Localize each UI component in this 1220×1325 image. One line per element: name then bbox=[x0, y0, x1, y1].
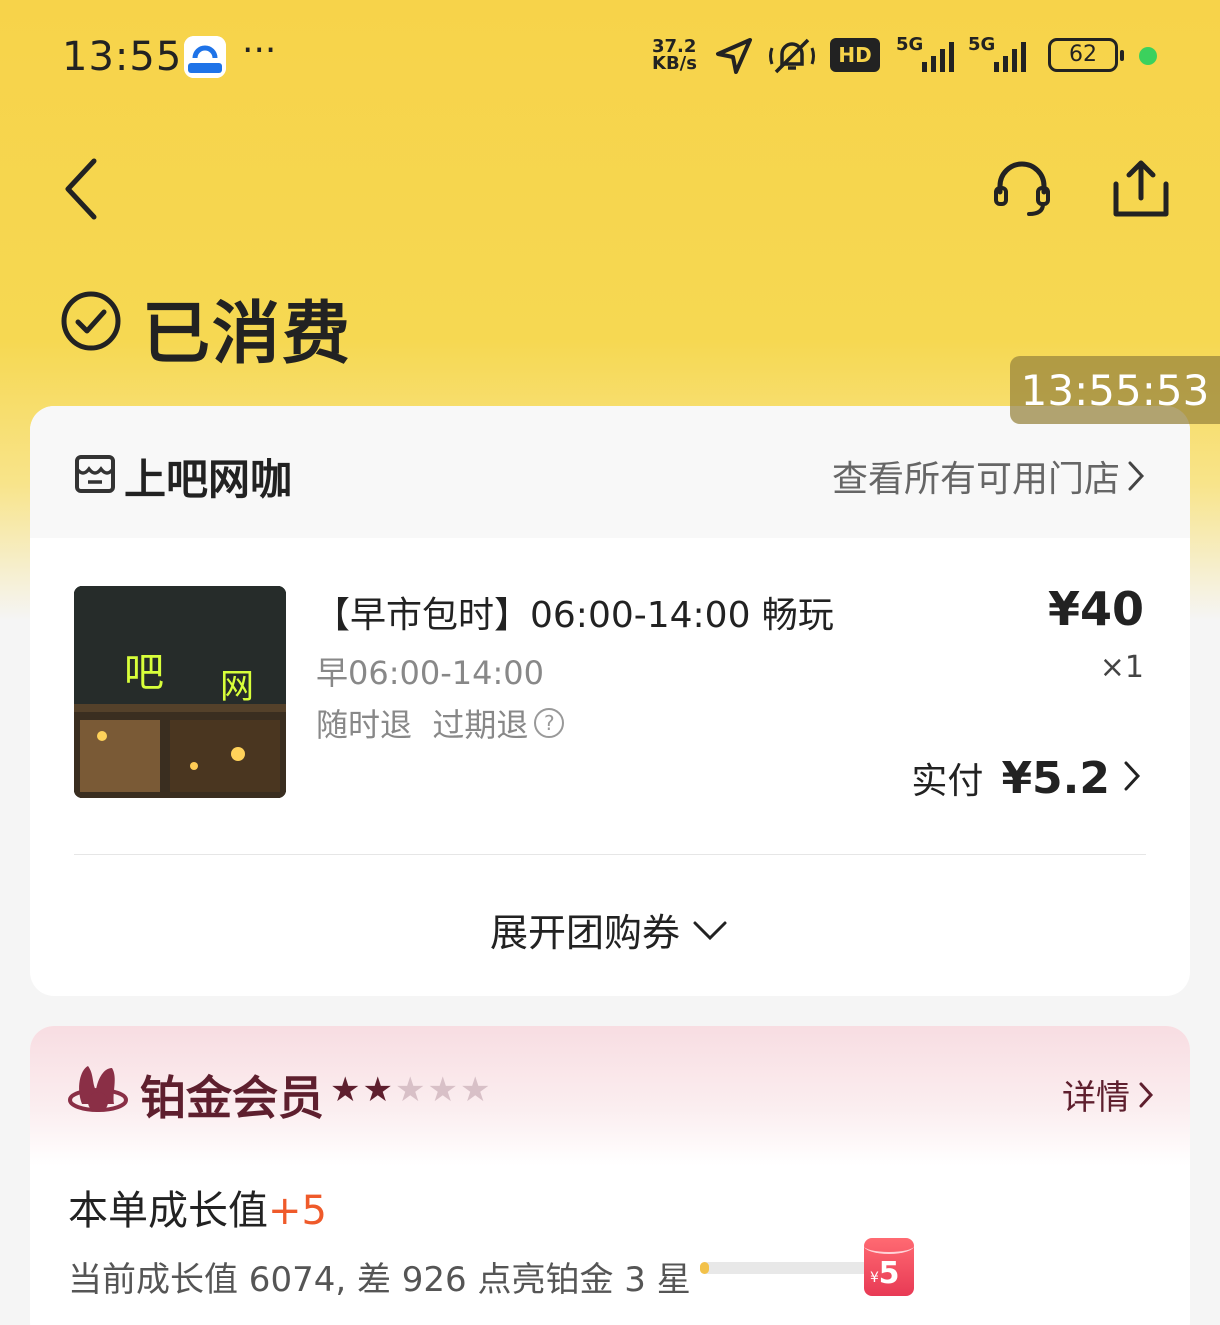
item-price: ¥40 bbox=[1047, 582, 1144, 636]
order-status-title: 已消费 bbox=[142, 295, 353, 374]
order-growth-value: 本单成长值+5 bbox=[68, 1178, 327, 1236]
hd-icon: HD bbox=[830, 38, 880, 72]
growth-progress-text: 当前成长值 6074, 差 926 点亮铂金 3 星 bbox=[68, 1260, 691, 1300]
membership-tier-title: 铂金会员 bbox=[140, 1071, 324, 1125]
growth-progress-bar bbox=[700, 1262, 870, 1274]
star-filled-icon: ★ bbox=[362, 1070, 395, 1110]
order-growth-plus: +5 bbox=[268, 1188, 327, 1234]
order-growth-label: 本单成长值 bbox=[68, 1188, 268, 1234]
red-packet-flap bbox=[864, 1238, 914, 1254]
check-circle-icon bbox=[61, 291, 121, 351]
star-empty-icon: ★ bbox=[459, 1070, 493, 1110]
share-button[interactable] bbox=[1110, 158, 1172, 220]
refund-policy-text: 随时退 过期退 bbox=[316, 706, 529, 744]
refund-policy: 随时退 过期退 ? bbox=[316, 700, 565, 746]
divider bbox=[74, 854, 1146, 855]
amount-paid-value: ¥5.2 bbox=[1001, 753, 1110, 804]
network-speed-unit: KB/s bbox=[652, 53, 697, 74]
member-rabbit-logo-icon bbox=[68, 1066, 128, 1112]
amount-paid-label: 实付 bbox=[911, 761, 984, 802]
shop-name: 上吧网咖 bbox=[124, 455, 293, 504]
mute-bell-icon bbox=[769, 38, 815, 74]
chevron-down-icon bbox=[693, 921, 727, 940]
store-icon bbox=[75, 455, 115, 493]
amount-paid-link[interactable]: 实付 ¥5.2 bbox=[911, 752, 1146, 804]
tier-stars: ★★★★★ bbox=[330, 1070, 492, 1110]
thumb-sign-2: 网 bbox=[220, 667, 254, 707]
item-quantity: ×1 bbox=[1099, 650, 1144, 685]
order-card: 上吧网咖 查看所有可用门店 吧 网 【早市包时】06:00-14:00 畅玩 早… bbox=[30, 406, 1190, 996]
chevron-right-icon bbox=[1139, 1082, 1154, 1107]
view-all-stores-link[interactable]: 查看所有可用门店 bbox=[832, 450, 1146, 502]
battery-icon: 62 bbox=[1048, 38, 1124, 72]
membership-details-link[interactable]: 详情 bbox=[1062, 1070, 1156, 1119]
notification-app-icon bbox=[184, 36, 226, 78]
membership-details-label: 详情 bbox=[1062, 1078, 1130, 1118]
membership-card: 铂金会员 ★★★★★ 详情 本单成长值+5 当前成长值 6074, 差 926 … bbox=[30, 1026, 1190, 1325]
active-indicator-dot bbox=[1139, 47, 1157, 65]
star-empty-icon: ★ bbox=[427, 1070, 460, 1110]
network-speed: 37.2 KB/s bbox=[652, 38, 697, 74]
timestamp-badge: 13:55:53 bbox=[1010, 356, 1220, 424]
item-title[interactable]: 【早市包时】06:00-14:00 畅玩 bbox=[314, 586, 834, 638]
location-icon bbox=[716, 38, 752, 74]
growth-progress-fill bbox=[700, 1262, 709, 1274]
help-icon[interactable]: ? bbox=[534, 708, 565, 738]
expand-vouchers-button[interactable]: 展开团购券 bbox=[30, 902, 1190, 957]
product-thumbnail[interactable]: 吧 网 bbox=[74, 586, 286, 798]
shop-header: 上吧网咖 查看所有可用门店 bbox=[30, 406, 1190, 538]
red-packet-reward-icon[interactable]: ¥ 5 bbox=[864, 1238, 914, 1296]
customer-service-button[interactable] bbox=[990, 158, 1054, 218]
star-empty-icon: ★ bbox=[394, 1070, 428, 1110]
chevron-right-icon bbox=[1124, 761, 1141, 791]
status-bar: 13:55 ··· 37.2 KB/s HD 5G 5G 62 bbox=[0, 0, 1220, 110]
item-time-range: 早06:00-14:00 bbox=[316, 654, 544, 692]
more-notifications-icon: ··· bbox=[242, 30, 277, 71]
thumb-sign-1: 吧 bbox=[124, 650, 164, 696]
view-all-stores-label: 查看所有可用门店 bbox=[831, 459, 1120, 500]
chevron-right-icon bbox=[1128, 461, 1145, 491]
signal-icon-1 bbox=[922, 42, 954, 72]
star-filled-icon: ★ bbox=[330, 1070, 363, 1110]
back-button[interactable] bbox=[58, 155, 108, 225]
expand-vouchers-label: 展开团购券 bbox=[489, 911, 680, 955]
clock: 13:55 bbox=[62, 34, 183, 80]
red-packet-amount: 5 bbox=[878, 1256, 900, 1291]
signal-icon-2 bbox=[994, 42, 1026, 72]
